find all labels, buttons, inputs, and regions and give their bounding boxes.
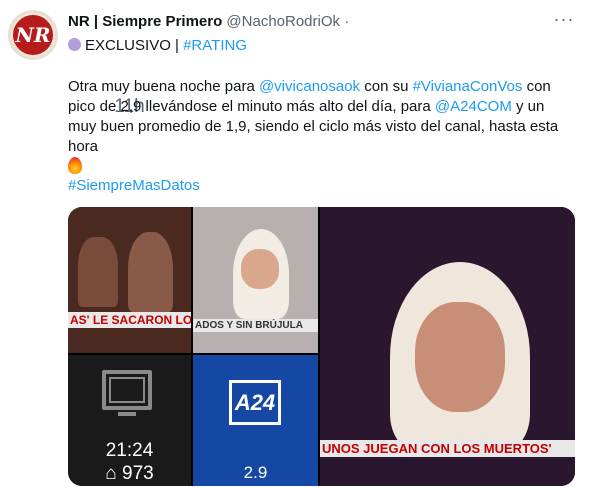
avatar[interactable]: NR [8, 10, 58, 60]
tweet-media[interactable]: AS' LE SACARON LOS MUEBLES A LA ADOS Y S… [68, 207, 575, 486]
tweet-text-part: con su [360, 78, 413, 95]
clock-time: 21:24 [105, 440, 154, 461]
tweet-header: NR | Siempre Primero @NachoRodriOk · 11h [68, 12, 350, 117]
media-panel-channel[interactable]: A24 2.9 [193, 355, 318, 486]
purple-circle-icon [68, 38, 81, 51]
hashtag-siempremasdatos[interactable]: #SiempreMasDatos [68, 177, 200, 194]
tv-icon [102, 370, 152, 416]
media-panel-stats[interactable]: 21:24 ⌂ 973 [68, 355, 191, 486]
media-panel-closeup[interactable]: UNOS JUEGAN CON LOS MUERTOS' [320, 207, 575, 486]
views-count: ⌂ 973 [105, 463, 154, 484]
views-value: 973 [122, 463, 154, 484]
media-panel-host[interactable]: ADOS Y SIN BRÚJULA [193, 207, 318, 353]
tweet-text-part: Otra muy buena noche para [68, 78, 259, 95]
mention-vivicanosaok[interactable]: @vivicanosaok [259, 78, 360, 95]
more-options-icon[interactable]: ··· [553, 10, 575, 32]
media-panel-news[interactable]: AS' LE SACARON LOS MUEBLES A LA [68, 207, 191, 353]
chyron-news: AS' LE SACARON LOS MUEBLES A LA [68, 312, 191, 328]
separator: · [344, 13, 350, 30]
rating-value: 2.9 [243, 463, 268, 482]
a24-logo: A24 [229, 380, 281, 425]
tweet-text: Otra muy buena noche para @vivicanosaok … [68, 77, 568, 178]
exclusive-label: EXCLUSIVO | [85, 37, 184, 54]
hashtag-rating[interactable]: #RATING [183, 37, 247, 54]
mention-a24com[interactable]: @A24COM [435, 98, 512, 115]
author-name[interactable]: NR | Siempre Primero [68, 13, 222, 30]
hashtag-vivianaconvos[interactable]: #VivianaConVos [413, 78, 523, 95]
chyron-closeup: UNOS JUEGAN CON LOS MUERTOS' [320, 440, 575, 457]
avatar-logo: NR [11, 13, 55, 57]
author-handle[interactable]: @NachoRodriOk [226, 13, 340, 30]
chyron-host: ADOS Y SIN BRÚJULA [193, 319, 318, 332]
fire-emoji-icon [68, 157, 82, 174]
hashtag-siempremasdatos-line: #SiempreMasDatos [68, 176, 200, 196]
tweet-tagline: EXCLUSIVO | #RATING [68, 36, 247, 56]
